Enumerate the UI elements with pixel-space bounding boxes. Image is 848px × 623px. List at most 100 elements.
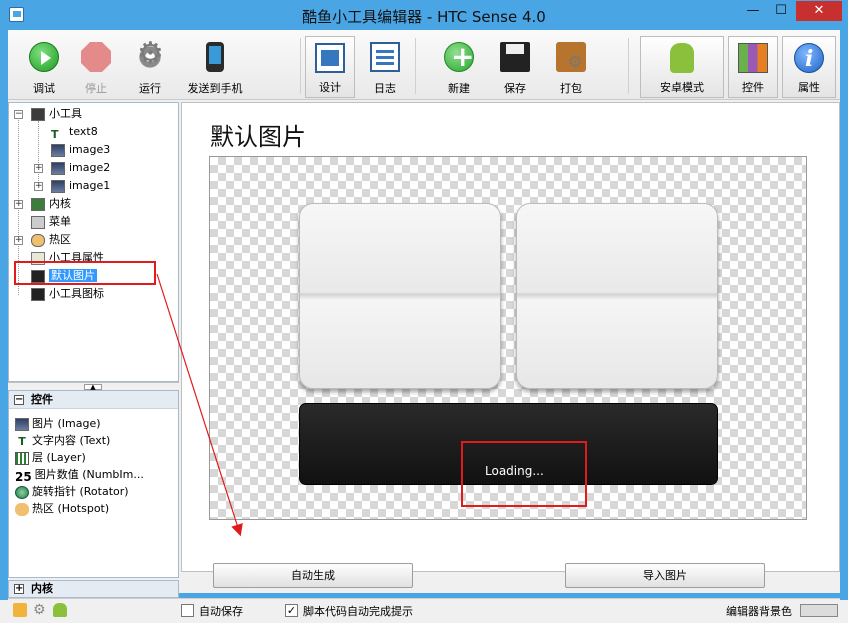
expand-icon[interactable]: + bbox=[14, 584, 24, 594]
play-icon bbox=[29, 42, 59, 72]
menu-icon bbox=[31, 215, 45, 229]
page-title: 默认图片 bbox=[210, 123, 306, 151]
annotation-box bbox=[461, 441, 587, 507]
preview-canvas[interactable]: Loading... bbox=[209, 156, 807, 520]
controls-header[interactable]: − 控件 bbox=[9, 391, 178, 409]
minimize-button[interactable]: — bbox=[740, 1, 766, 21]
pack-button[interactable]: 打包 bbox=[546, 36, 596, 98]
controls-panel: − 控件 图片 (Image) T 文字内容 (Text) 层 (Layer) 2… bbox=[8, 390, 179, 578]
gadget-icon bbox=[31, 287, 45, 301]
android-icon[interactable] bbox=[53, 603, 67, 617]
expand-toggle[interactable]: + bbox=[14, 200, 23, 209]
tree-item-widget-icon[interactable]: 小工具图标 bbox=[31, 285, 104, 302]
text-icon: T bbox=[51, 127, 59, 141]
design-tab[interactable]: 设计 bbox=[305, 36, 355, 98]
tree-item-image1[interactable]: image1 bbox=[51, 177, 110, 194]
stop-button[interactable]: 停止 bbox=[72, 36, 120, 98]
android-mode-button[interactable]: 安卓模式 bbox=[640, 36, 724, 98]
flip-clock-tile-right bbox=[516, 203, 718, 389]
title-bar[interactable]: 酷鱼小工具编辑器 - HTC Sense 4.0 — ☐ ✕ bbox=[0, 0, 848, 30]
new-label: 新建 bbox=[448, 82, 470, 95]
rotator-icon bbox=[15, 485, 29, 499]
gear-icon[interactable]: ⚙ bbox=[33, 603, 47, 617]
tree-item-image2[interactable]: image2 bbox=[51, 159, 110, 176]
script-autocomplete-checkbox[interactable]: ✓ bbox=[285, 604, 298, 617]
expand-toggle[interactable]: + bbox=[34, 182, 43, 191]
run-button[interactable]: 运行 bbox=[124, 36, 176, 98]
pack-label: 打包 bbox=[560, 82, 582, 95]
new-button[interactable]: 新建 bbox=[434, 36, 484, 98]
stop-label: 停止 bbox=[85, 82, 107, 95]
client-area: 调试 停止 运行 发送到手机 设计 日志 bbox=[8, 30, 840, 623]
tree-line bbox=[38, 121, 39, 185]
gear-icon bbox=[135, 36, 165, 72]
tree-item-widget[interactable]: 小工具 bbox=[31, 105, 82, 122]
import-image-button[interactable]: 导入图片 bbox=[565, 563, 765, 588]
tree-item-image3[interactable]: image3 bbox=[51, 141, 110, 158]
layer-icon bbox=[15, 451, 29, 465]
auto-save-checkbox[interactable] bbox=[181, 604, 194, 617]
image-icon bbox=[51, 143, 65, 157]
bg-color-label: 编辑器背景色 bbox=[726, 605, 792, 618]
tree-item-menu[interactable]: 菜单 bbox=[31, 213, 71, 230]
widget-tree: − 小工具 Ttext8 image3 + image2 + image1 + … bbox=[8, 102, 179, 382]
info-icon bbox=[794, 43, 824, 73]
control-rotator[interactable]: 旋转指针 (Rotator) bbox=[15, 483, 129, 500]
debug-button[interactable]: 调试 bbox=[18, 36, 70, 98]
collapse-toggle[interactable]: − bbox=[14, 110, 23, 119]
flip-clock-tile-left bbox=[299, 203, 501, 389]
send-to-phone-label: 发送到手机 bbox=[187, 82, 243, 95]
auto-save-label: 自动保存 bbox=[199, 605, 243, 618]
widget-icon bbox=[31, 107, 45, 121]
app-window: 酷鱼小工具编辑器 - HTC Sense 4.0 — ☐ ✕ 调试 停止 运行 … bbox=[0, 0, 848, 623]
expand-toggle[interactable]: + bbox=[34, 164, 43, 173]
image-icon bbox=[51, 179, 65, 193]
kernel-section-header[interactable]: + 内核 bbox=[8, 580, 179, 598]
image-icon bbox=[15, 417, 29, 431]
controls-tab[interactable]: 控件 bbox=[728, 36, 778, 98]
panel-splitter[interactable]: ▲ bbox=[8, 382, 179, 391]
hand-pointer-icon bbox=[31, 233, 45, 247]
package-icon bbox=[556, 42, 586, 72]
save-label: 保存 bbox=[504, 82, 526, 95]
send-to-phone-button[interactable]: 发送到手机 bbox=[180, 36, 250, 98]
log-label: 日志 bbox=[374, 82, 396, 95]
tree-item-text8[interactable]: Ttext8 bbox=[51, 123, 98, 141]
hand-pointer-icon bbox=[15, 502, 29, 516]
control-number-image[interactable]: 25 图片数值 (NumbIm... bbox=[15, 466, 144, 484]
design-area: 默认图片 Loading... 自动生成 导入图片 bbox=[181, 102, 840, 588]
control-text[interactable]: T 文字内容 (Text) bbox=[15, 432, 110, 449]
text-icon: T bbox=[18, 434, 26, 448]
annotation-box bbox=[14, 261, 156, 285]
debug-label: 调试 bbox=[33, 82, 55, 95]
tree-item-hotspot[interactable]: 热区 bbox=[31, 231, 71, 248]
android-mode-label: 安卓模式 bbox=[660, 81, 704, 94]
window-title: 酷鱼小工具编辑器 - HTC Sense 4.0 bbox=[302, 8, 546, 26]
properties-tab[interactable]: 属性 bbox=[782, 36, 836, 98]
control-hotspot[interactable]: 热区 (Hotspot) bbox=[15, 500, 109, 517]
design-icon bbox=[315, 43, 345, 73]
tree-item-kernel[interactable]: 内核 bbox=[31, 195, 71, 212]
main-toolbar: 调试 停止 运行 发送到手机 设计 日志 bbox=[8, 30, 840, 100]
save-button[interactable]: 保存 bbox=[490, 36, 540, 98]
auto-generate-button[interactable]: 自动生成 bbox=[213, 563, 413, 588]
close-button[interactable]: ✕ bbox=[796, 1, 842, 21]
toolbar-divider bbox=[300, 38, 301, 94]
design-label: 设计 bbox=[319, 81, 341, 94]
log-tab[interactable]: 日志 bbox=[360, 36, 410, 98]
maximize-button[interactable]: ☐ bbox=[768, 1, 794, 21]
floppy-disk-icon bbox=[500, 42, 530, 72]
collapse-icon[interactable]: − bbox=[14, 395, 24, 405]
control-layer[interactable]: 层 (Layer) bbox=[15, 449, 86, 466]
status-bar: ⚙ 自动保存 ✓ 脚本代码自动完成提示 编辑器背景色 bbox=[8, 598, 840, 623]
add-icon bbox=[444, 40, 474, 73]
folder-icon[interactable] bbox=[13, 603, 27, 617]
expand-toggle[interactable]: + bbox=[14, 236, 23, 245]
toolbar-divider bbox=[415, 38, 416, 94]
run-label: 运行 bbox=[139, 82, 161, 95]
log-icon bbox=[370, 42, 400, 72]
android-icon bbox=[670, 43, 694, 73]
stop-icon bbox=[81, 42, 111, 72]
bg-color-swatch[interactable] bbox=[800, 604, 838, 617]
control-image[interactable]: 图片 (Image) bbox=[15, 415, 101, 432]
